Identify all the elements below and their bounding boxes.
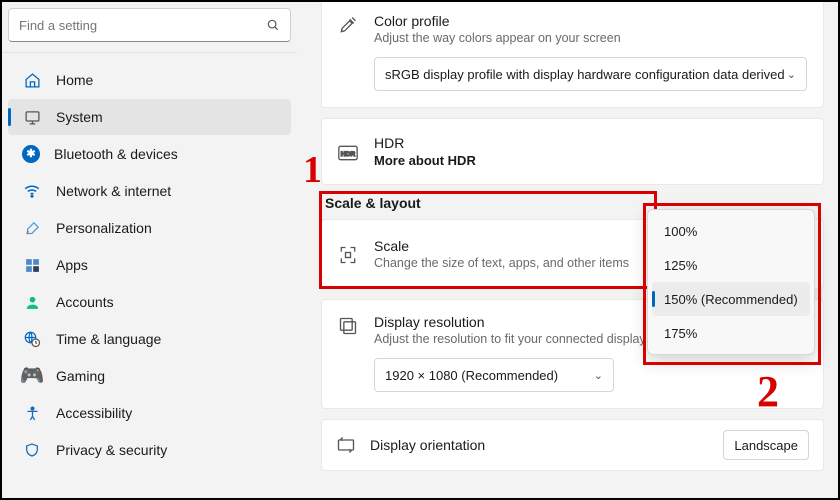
resolution-value: 1920 × 1080 (Recommended) xyxy=(385,368,558,383)
svg-text:HDR: HDR xyxy=(341,150,356,157)
sidebar-item-network[interactable]: Network & internet xyxy=(8,173,291,209)
color-profile-value: sRGB display profile with display hardwa… xyxy=(385,67,787,82)
search-input[interactable] xyxy=(19,18,266,33)
sidebar-item-system[interactable]: System xyxy=(8,99,291,135)
color-profile-desc: Adjust the way colors appear on your scr… xyxy=(374,31,807,45)
sidebar-item-label: Accounts xyxy=(56,294,114,310)
gamepad-icon: 🎮 xyxy=(22,366,42,386)
sidebar-item-apps[interactable]: Apps xyxy=(8,247,291,283)
color-profile-select[interactable]: sRGB display profile with display hardwa… xyxy=(374,57,807,91)
sidebar-item-accessibility[interactable]: Accessibility xyxy=(8,395,291,431)
resolution-select[interactable]: 1920 × 1080 (Recommended) ⌄ xyxy=(374,358,614,392)
color-profile-card: Color profile Adjust the way colors appe… xyxy=(321,2,824,108)
hdr-link[interactable]: More about HDR xyxy=(374,153,807,168)
orientation-value: Landscape xyxy=(734,438,798,453)
sidebar-item-label: Personalization xyxy=(56,220,152,236)
sidebar-item-label: System xyxy=(56,109,103,125)
sidebar-item-privacy[interactable]: Privacy & security xyxy=(8,432,291,468)
bluetooth-icon: ✱ xyxy=(22,145,40,163)
home-icon xyxy=(22,70,42,90)
sidebar-item-accounts[interactable]: Accounts xyxy=(8,284,291,320)
orientation-card[interactable]: Display orientation Landscape xyxy=(321,419,824,471)
hdr-icon: HDR xyxy=(338,143,374,161)
chevron-down-icon: ⌄ xyxy=(787,68,796,81)
sidebar-item-label: Home xyxy=(56,72,93,88)
sidebar-item-home[interactable]: Home xyxy=(8,62,291,98)
sidebar-item-label: Apps xyxy=(56,257,88,273)
sidebar-item-gaming[interactable]: 🎮 Gaming xyxy=(8,358,291,394)
sidebar-item-label: Gaming xyxy=(56,368,105,384)
sidebar-item-label: Network & internet xyxy=(56,183,171,199)
hdr-title: HDR xyxy=(374,135,807,151)
scale-icon xyxy=(338,243,374,265)
apps-icon xyxy=(22,255,42,275)
sidebar-item-personalization[interactable]: Personalization xyxy=(8,210,291,246)
hdr-card[interactable]: HDR HDR More about HDR xyxy=(321,118,824,185)
shield-icon xyxy=(22,440,42,460)
scale-dropdown: 100% 125% 150% (Recommended) 175% xyxy=(647,209,815,355)
orientation-icon xyxy=(336,435,356,455)
brush-icon xyxy=(22,218,42,238)
scale-option-100[interactable]: 100% xyxy=(652,214,810,248)
person-icon xyxy=(22,292,42,312)
accessibility-icon xyxy=(22,403,42,423)
orientation-select[interactable]: Landscape xyxy=(723,430,809,460)
search-icon xyxy=(266,18,280,32)
system-icon xyxy=(22,107,42,127)
resolution-icon xyxy=(338,314,374,336)
sidebar-item-label: Time & language xyxy=(56,331,161,347)
eyedropper-icon xyxy=(338,13,374,35)
color-profile-title: Color profile xyxy=(374,13,807,29)
scale-option-125[interactable]: 125% xyxy=(652,248,810,282)
search-input-wrap[interactable] xyxy=(8,8,291,42)
settings-content: Color profile Adjust the way colors appe… xyxy=(297,2,838,498)
wifi-icon xyxy=(22,181,42,201)
sidebar-item-time[interactable]: Time & language xyxy=(8,321,291,357)
chevron-down-icon: ⌄ xyxy=(594,369,603,382)
globe-clock-icon xyxy=(22,329,42,349)
scale-option-150[interactable]: 150% (Recommended) xyxy=(652,282,810,316)
settings-sidebar: Home System ✱ Bluetooth & devices Networ… xyxy=(2,2,297,498)
orientation-title: Display orientation xyxy=(370,437,485,453)
sidebar-item-bluetooth[interactable]: ✱ Bluetooth & devices xyxy=(8,136,291,172)
scale-option-175[interactable]: 175% xyxy=(652,316,810,350)
sidebar-item-label: Accessibility xyxy=(56,405,132,421)
sidebar-item-label: Privacy & security xyxy=(56,442,167,458)
sidebar-item-label: Bluetooth & devices xyxy=(54,146,178,162)
settings-nav: Home System ✱ Bluetooth & devices Networ… xyxy=(2,53,297,469)
